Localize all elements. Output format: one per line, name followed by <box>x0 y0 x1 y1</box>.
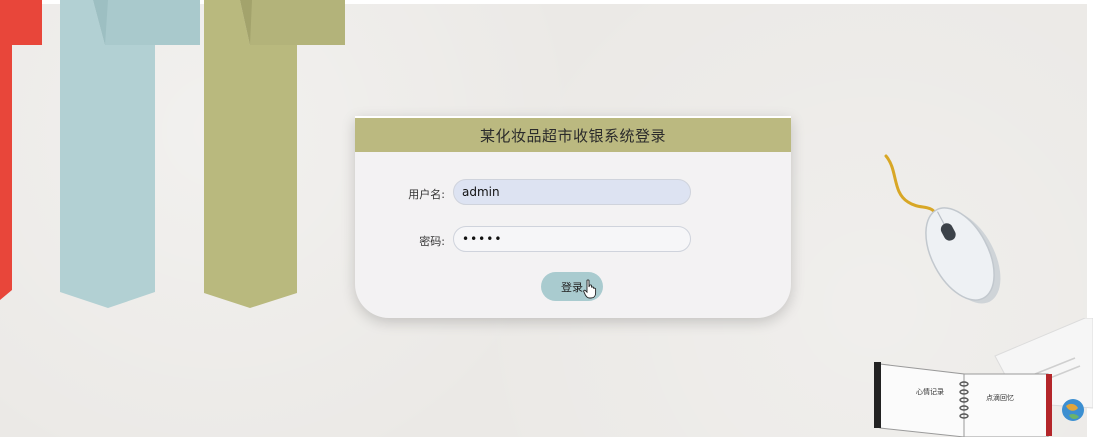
login-header: 某化妆品超市收银系统登录 <box>355 116 791 152</box>
login-panel: 某化妆品超市收银系统登录 用户名: 密码: 登录 <box>355 116 791 318</box>
notebook-icon: 心情记录 点滴回忆 <box>874 318 1093 437</box>
computer-mouse-icon <box>884 154 1001 304</box>
notebook-right-page <box>963 373 1049 437</box>
hand-pointer-cursor-icon <box>583 279 597 299</box>
password-input[interactable] <box>453 226 691 252</box>
decorative-ribbons <box>0 0 345 308</box>
olive-ribbon-top <box>240 0 345 45</box>
globe-icon <box>1062 399 1084 421</box>
notebook-cover-left <box>874 362 881 428</box>
teal-ribbon <box>60 0 155 308</box>
password-label: 密码: <box>419 235 445 248</box>
olive-ribbon <box>204 0 297 308</box>
notebook-left-page <box>879 363 965 437</box>
username-label: 用户名: <box>408 188 445 201</box>
mouse-cable <box>884 154 938 216</box>
notebook-left-text: 心情记录 <box>916 387 944 396</box>
username-input[interactable] <box>453 179 691 205</box>
red-ribbon <box>0 0 42 300</box>
notebook-cover-right <box>1046 374 1052 436</box>
teal-ribbon-top <box>93 0 200 45</box>
login-title: 某化妆品超市收银系统登录 <box>479 126 666 145</box>
notebook-right-text: 点滴回忆 <box>986 393 1014 402</box>
